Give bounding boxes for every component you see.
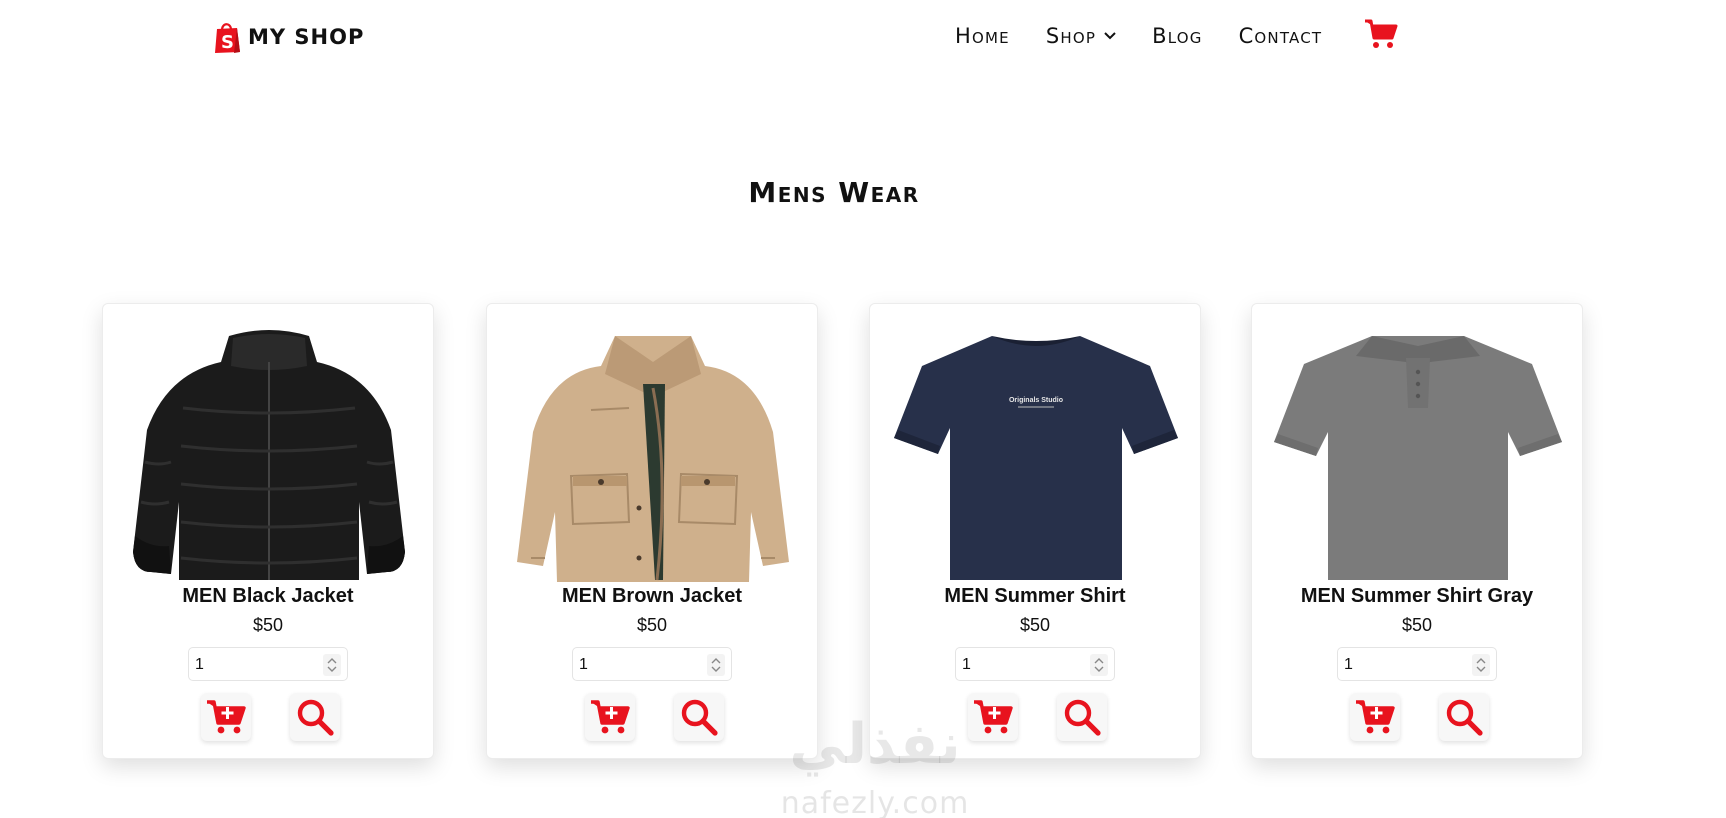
quantity-input[interactable]: [195, 654, 315, 676]
logo-letter: S: [221, 32, 234, 53]
nav-home-label: Home: [955, 24, 1010, 48]
brand-name: MY SHOP: [248, 25, 365, 49]
nav-blog-label: Blog: [1152, 24, 1203, 48]
product-price: $50: [252, 615, 284, 635]
add-to-cart-icon: [1356, 700, 1395, 734]
quantity-stepper[interactable]: [1337, 647, 1497, 681]
watermark-url: nafezly.com: [780, 786, 970, 818]
quantity-stepper[interactable]: [572, 647, 732, 681]
nav-blog[interactable]: Blog: [1152, 24, 1202, 48]
product-card: MEN Black Jacket $50: [102, 303, 434, 759]
nav-shop-label: Shop: [1045, 24, 1097, 48]
quantity-input[interactable]: [962, 654, 1082, 676]
section-title: Mens Wear: [748, 176, 920, 209]
product-name[interactable]: MEN Summer Shirt: [870, 585, 1200, 608]
product-card: MEN Brown Jacket $50: [486, 303, 818, 759]
spin-buttons[interactable]: [323, 654, 341, 676]
add-to-cart-button[interactable]: [1350, 693, 1400, 741]
product-name[interactable]: MEN Summer Shirt Gray: [1252, 585, 1582, 608]
product-image[interactable]: [1270, 322, 1566, 586]
product-price: $50: [1401, 615, 1433, 635]
search-icon: [681, 699, 718, 736]
product-price: $50: [1019, 615, 1051, 635]
search-icon: [1446, 699, 1483, 736]
gray-polo-shirt-image: [1274, 336, 1562, 580]
product-image[interactable]: [505, 322, 801, 586]
site-logo[interactable]: S MY SHOP: [212, 20, 364, 54]
watermark-arabic: نفذلي: [789, 712, 961, 777]
add-to-cart-icon: [207, 700, 246, 734]
quick-view-button[interactable]: [1439, 693, 1489, 741]
product-card: Originals Studio MEN Summer Shirt $50: [869, 303, 1201, 759]
search-icon: [297, 699, 334, 736]
chevron-up-icon[interactable]: [1476, 658, 1486, 664]
quantity-stepper[interactable]: [188, 647, 348, 681]
add-to-cart-button[interactable]: [585, 693, 635, 741]
nav-home[interactable]: Home: [955, 24, 1010, 48]
spin-buttons[interactable]: [707, 654, 725, 676]
product-card: MEN Summer Shirt Gray $50: [1251, 303, 1583, 759]
quantity-input[interactable]: [1344, 654, 1464, 676]
product-name[interactable]: MEN Brown Jacket: [487, 585, 817, 608]
nav-contact[interactable]: Contact: [1239, 24, 1323, 48]
spin-buttons[interactable]: [1090, 654, 1108, 676]
cart-icon[interactable]: [1364, 18, 1398, 50]
chevron-down-icon[interactable]: [1476, 666, 1486, 672]
quick-view-button[interactable]: [290, 693, 340, 741]
spin-buttons[interactable]: [1472, 654, 1490, 676]
shopping-bag-icon: S: [215, 23, 240, 53]
chevron-down-icon[interactable]: [327, 666, 337, 672]
add-to-cart-button[interactable]: [201, 693, 251, 741]
search-icon: [1064, 699, 1101, 736]
product-price: $50: [636, 615, 668, 635]
black-puffer-jacket-image: [133, 330, 405, 580]
shirt-print-text: Originals Studio: [1009, 397, 1063, 404]
chevron-up-icon[interactable]: [711, 658, 721, 664]
site-header: S MY SHOP Home Shop Blog Contact: [0, 0, 1726, 72]
chevron-up-icon[interactable]: [327, 658, 337, 664]
quantity-input[interactable]: [579, 654, 699, 676]
quantity-stepper[interactable]: [955, 647, 1115, 681]
chevron-down-icon[interactable]: [711, 666, 721, 672]
nav-contact-label: Contact: [1238, 24, 1323, 48]
chevron-up-icon[interactable]: [1094, 658, 1104, 664]
add-to-cart-icon: [591, 700, 630, 734]
navy-t-shirt-image: Originals Studio: [894, 336, 1178, 580]
product-image[interactable]: Originals Studio: [888, 322, 1184, 586]
chevron-down-icon[interactable]: [1094, 666, 1104, 672]
product-name[interactable]: MEN Black Jacket: [103, 585, 433, 608]
quick-view-button[interactable]: [674, 693, 724, 741]
main-nav: Home Shop Blog Contact: [955, 24, 1358, 48]
chevron-down-icon: [1104, 32, 1116, 40]
product-image[interactable]: [121, 322, 417, 586]
nav-shop[interactable]: Shop: [1046, 24, 1116, 48]
quick-view-button[interactable]: [1057, 693, 1107, 741]
brown-field-jacket-image: [517, 336, 789, 582]
